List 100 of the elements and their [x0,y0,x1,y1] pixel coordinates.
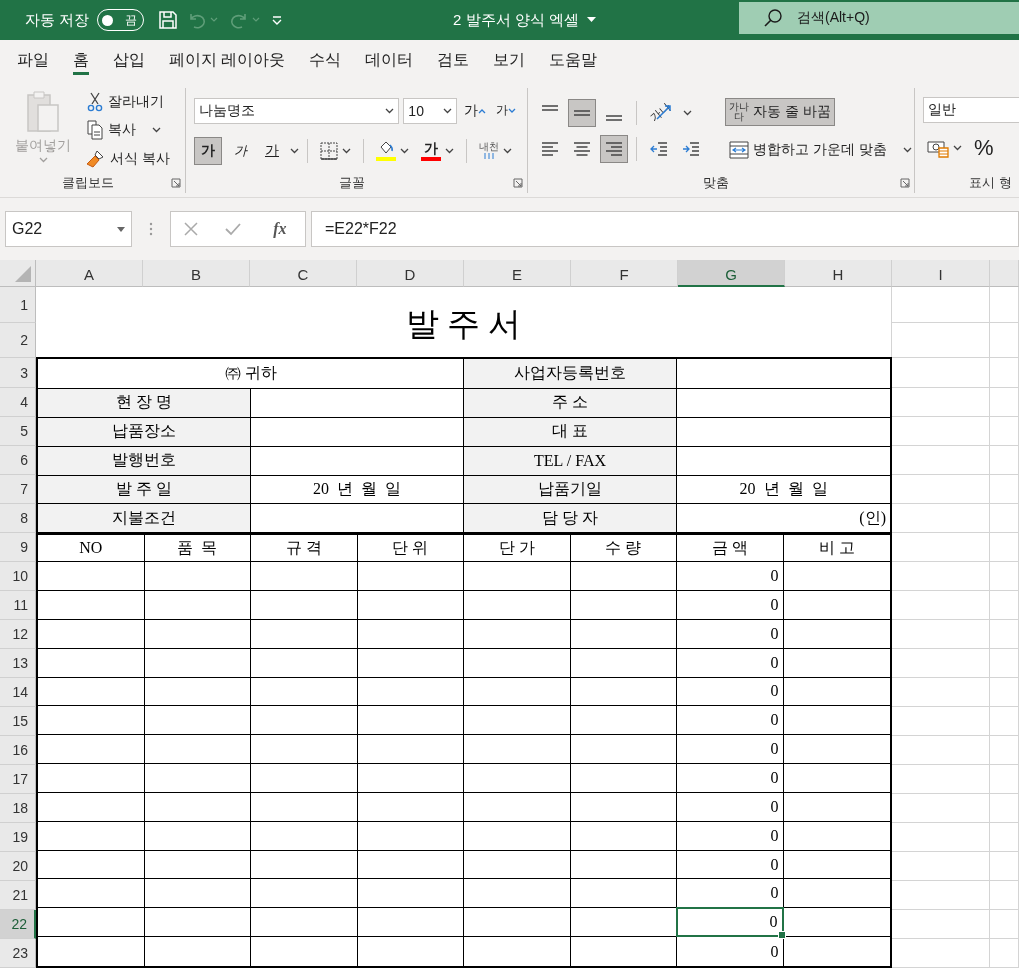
caret-icon [445,147,454,154]
format-painter-button[interactable]: 서식 복사 [82,146,174,171]
grid-cell [990,323,1019,358]
column-header[interactable]: C [250,260,357,287]
grid-cell [990,707,1019,736]
number-format-field[interactable]: 일반 [923,96,1019,123]
font-color-button[interactable]: 가 [417,138,458,163]
row-header[interactable]: 9 [0,533,36,562]
group-label: 클립보드 [60,174,115,192]
percent-button[interactable]: % [970,132,998,163]
italic-button[interactable]: 가 [226,136,254,165]
font-name-field[interactable]: 나눔명조 [194,97,400,124]
row-header[interactable]: 16 [0,736,36,765]
copy-icon [86,120,104,141]
row-header[interactable]: 10 [0,562,36,591]
column-heading: 단 가 [464,533,571,563]
row-header[interactable]: 18 [0,794,36,823]
column-header[interactable]: B [143,260,250,287]
column-header[interactable]: D [357,260,464,287]
row-header[interactable]: 5 [0,417,36,446]
column-heading: 단 위 [357,533,464,563]
menu-tab[interactable]: 데이터 [365,49,414,75]
column-header[interactable]: F [571,260,678,287]
amount-cell[interactable]: 0 [677,562,784,591]
enter-icon[interactable] [224,221,243,237]
amount-cell[interactable]: 0 [677,590,784,620]
amount-cell[interactable]: 0 [677,706,784,736]
align-icon [606,114,622,121]
row-header[interactable]: 13 [0,649,36,678]
middle-align-button[interactable] [568,98,596,127]
phonetic-guide-button[interactable]: 내천 [475,139,516,162]
cut-button[interactable]: 잘라내기 [82,90,174,115]
save-icon[interactable] [158,10,179,30]
amount-cell[interactable]: 0 [677,821,784,851]
menu-tab[interactable]: 보기 [493,49,526,75]
menu-tab[interactable]: 수식 [309,49,342,75]
row-header[interactable]: 3 [0,358,36,388]
amount-cell[interactable]: 0 [677,937,784,966]
amount-cell[interactable]: 0 [677,677,784,707]
insert-function-button[interactable]: fx [267,219,293,239]
column-header[interactable]: A [36,260,143,287]
amount-cell[interactable]: 0 [677,764,784,793]
fill-handle[interactable] [777,931,786,940]
amount-cell[interactable]: 0 [677,648,784,678]
table-cell: 20 년 월 일 [677,475,890,505]
dropdown-icon[interactable] [586,17,596,23]
grid-cell [990,794,1019,823]
amount-cell[interactable]: 0 [676,907,784,938]
right-align-button[interactable] [600,134,628,163]
row-header[interactable]: 22 [0,910,36,939]
menu-tab[interactable]: 도움말 [549,49,598,75]
column-header[interactable]: G [678,260,785,287]
field-label: 납품기일 [464,475,677,505]
underline-button[interactable]: 가 [258,136,286,165]
row-header[interactable]: 14 [0,678,36,707]
grid-cell [990,736,1019,765]
increase-font-size-button[interactable]: 가 [461,100,489,121]
menu-tab[interactable]: 페이지 레이아웃 [169,49,286,75]
field-label: 대 표 [464,417,677,447]
amount-cell[interactable]: 0 [677,735,784,765]
column-header[interactable]: I [892,260,990,287]
row-header[interactable]: 21 [0,881,36,910]
dialog-launcher-icon[interactable] [900,178,910,188]
merge-center-button[interactable]: 병합하고 가운데 맞춤 [725,135,916,164]
column-header[interactable]: E [464,260,571,287]
field-label: 납품장소 [38,417,251,447]
row-header[interactable]: 15 [0,707,36,736]
row-header[interactable]: 12 [0,620,36,649]
font-size-field[interactable]: 10 [403,97,457,124]
grid-cell [990,358,1019,388]
row-header[interactable]: 6 [0,446,36,475]
row-header[interactable]: 4 [0,388,36,417]
search-field[interactable]: 검색(Alt+Q) [739,2,1019,34]
row-header[interactable]: 2 [0,323,36,358]
menu-tab[interactable]: 검토 [437,49,470,75]
row-header[interactable]: 19 [0,823,36,852]
drag-handle-icon[interactable] [149,222,153,236]
amount-cell[interactable]: 0 [677,619,784,649]
row-header[interactable]: 11 [0,591,36,620]
row-header[interactable]: 8 [0,504,36,533]
amount-cell[interactable]: 0 [677,792,784,822]
row-header[interactable]: 7 [0,475,36,504]
column-header[interactable]: H [785,260,892,287]
cancel-icon[interactable] [183,221,200,237]
formula-field[interactable]: =E22*F22 [311,211,1019,247]
bold-button[interactable]: 가 [194,136,222,165]
dialog-launcher-icon[interactable] [171,178,181,188]
row-header[interactable]: 17 [0,765,36,794]
menu-tab[interactable]: 파일 [17,49,49,75]
row-header[interactable]: 23 [0,939,36,968]
caret-icon [503,147,512,154]
decrease-font-size-button[interactable]: 가 [493,101,519,120]
row-header[interactable]: 1 [0,287,36,323]
dialog-launcher-icon[interactable] [513,178,523,188]
amount-cell[interactable]: 0 [677,850,784,880]
name-box[interactable]: G22 [5,211,132,247]
menu-tab[interactable]: 삽입 [113,49,145,75]
row-header[interactable]: 20 [0,852,36,881]
menu-tab[interactable]: 홈 [73,49,89,75]
copy-button[interactable]: 복사 [82,118,174,143]
